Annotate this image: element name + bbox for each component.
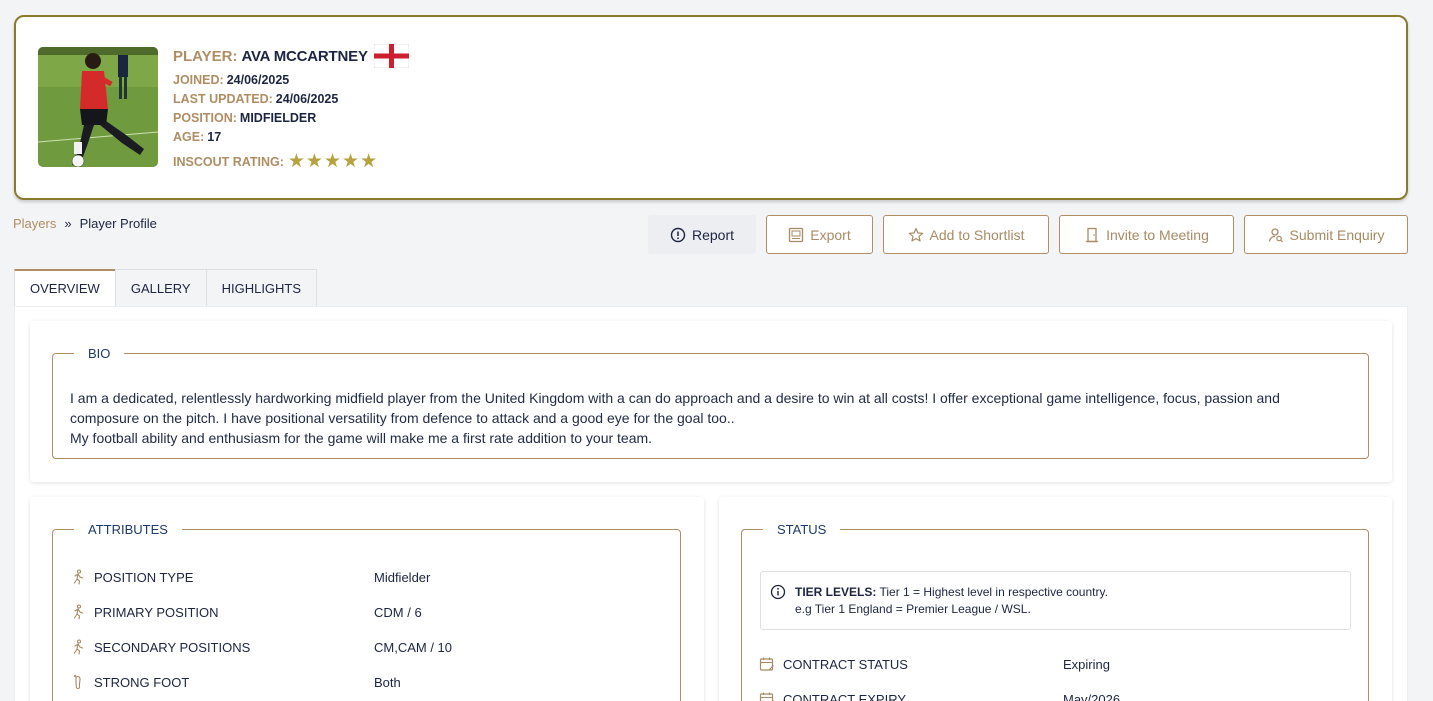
attribute-value: Both [374, 674, 401, 690]
position-value: MIDFIELDER [239, 111, 317, 125]
status-panel: STATUS TIER LEVELS: Tier 1 = Highest lev… [719, 497, 1392, 701]
calendar-edit-icon [759, 657, 774, 671]
tier-levels-info: TIER LEVELS: Tier 1 = Highest level in r… [760, 571, 1351, 630]
pdf-file-icon [789, 227, 804, 242]
star-icon: ★ [323, 151, 342, 172]
report-button[interactable]: Report [648, 215, 756, 254]
tier-label: TIER LEVELS: [795, 585, 877, 599]
position-label: POSITION: [173, 111, 237, 125]
invite-to-meeting-button[interactable]: Invite to Meeting [1059, 215, 1234, 254]
alert-circle-icon [670, 227, 686, 242]
age-label: AGE: [173, 130, 205, 144]
rating-label: INSCOUT RATING: [173, 154, 284, 169]
status-row: CONTRACT STATUS Expiring [759, 656, 1110, 672]
attribute-key: PRIMARY POSITION [94, 604, 219, 620]
attributes-title: ATTRIBUTES [88, 522, 168, 537]
status-value: Expiring [1063, 656, 1110, 672]
status-key: CONTRACT EXPIRY [783, 691, 907, 701]
bio-text: I am a dedicated, relentlessly hardworki… [70, 388, 1330, 448]
attributes-fieldset: ATTRIBUTES POSITION TYPE Midfielder PRIM… [52, 522, 681, 701]
updated-row: LAST UPDATED: 24/06/2025 [173, 90, 409, 109]
status-key: CONTRACT STATUS [783, 656, 908, 672]
bio-line-1: I am a dedicated, relentlessly hardworki… [70, 390, 1280, 406]
player-name: AVA MCCARTNEY [241, 47, 368, 65]
attribute-key: SECONDARY POSITIONS [94, 639, 251, 655]
breadcrumb-separator: » [64, 216, 72, 231]
bio-line-3: My football ability and enthusiasm for t… [70, 430, 653, 446]
meeting-label: Invite to Meeting [1106, 226, 1209, 243]
attributes-panel: ATTRIBUTES POSITION TYPE Midfielder PRIM… [30, 497, 704, 701]
tab-overview[interactable]: OVERVIEW [14, 269, 116, 306]
attribute-value: CDM / 6 [374, 604, 422, 620]
door-icon [1086, 227, 1099, 242]
attribute-value: Midfielder [374, 569, 431, 585]
breadcrumb-players-link[interactable]: Players [13, 216, 56, 231]
joined-label: JOINED: [173, 73, 224, 87]
status-fieldset: STATUS TIER LEVELS: Tier 1 = Highest lev… [741, 522, 1369, 701]
breadcrumb-current: Player Profile [79, 216, 157, 231]
attribute-row: POSITION TYPE Midfielder [70, 569, 430, 585]
submit-enquiry-button[interactable]: Submit Enquiry [1244, 215, 1408, 254]
star-icon: ★ [287, 151, 305, 172]
export-button[interactable]: Export [766, 215, 873, 254]
attribute-row: PRIMARY POSITION CDM / 6 [70, 604, 422, 620]
player-photo [38, 47, 158, 167]
tab-highlights[interactable]: HIGHLIGHTS [205, 269, 318, 306]
footprint-icon [73, 674, 81, 690]
star-icon: ★ [342, 151, 360, 172]
player-label: PLAYER: [173, 47, 238, 65]
updated-value: 24/06/2025 [275, 92, 339, 106]
bio-title: BIO [88, 346, 111, 361]
shortlist-label: Add to Shortlist [929, 226, 1025, 243]
england-flag-icon [373, 44, 409, 68]
running-icon [73, 604, 84, 620]
tab-gallery[interactable]: GALLERY [114, 269, 207, 306]
tier-example: e.g Tier 1 England = Premier League / WS… [795, 602, 1031, 616]
attribute-value: CM,CAM / 10 [374, 639, 453, 655]
attribute-row: SECONDARY POSITIONS CM,CAM / 10 [70, 639, 452, 655]
calendar-edit-icon [759, 692, 774, 701]
add-to-shortlist-button[interactable]: Add to Shortlist [883, 215, 1049, 254]
running-icon [73, 639, 84, 655]
star-outline-icon [908, 227, 923, 242]
age-value: 17 [207, 130, 222, 144]
status-title: STATUS [777, 522, 827, 537]
bio-line-2: composure on the pitch. I have positiona… [70, 410, 735, 426]
player-card: PLAYER: AVA MCCARTNEY JOINED: 24/06/2025 … [14, 15, 1408, 200]
breadcrumb: Players » Player Profile [13, 216, 157, 231]
rating-row: INSCOUT RATING: ★ ★ ★ ★ ★ [173, 152, 409, 171]
running-icon [73, 569, 84, 585]
profile-tabs: OVERVIEW GALLERY HIGHLIGHTS [14, 269, 318, 306]
attribute-key: POSITION TYPE [94, 569, 194, 585]
position-row: POSITION: MIDFIELDER [173, 109, 409, 128]
updated-label: LAST UPDATED: [173, 92, 273, 106]
rating-stars: ★ ★ ★ ★ ★ [288, 152, 377, 171]
export-label: Export [810, 226, 851, 243]
attribute-row: STRONG FOOT Both [70, 674, 401, 690]
user-search-icon [1268, 227, 1283, 242]
enquiry-label: Submit Enquiry [1289, 226, 1385, 243]
attribute-key: STRONG FOOT [94, 674, 190, 690]
tier-text: Tier 1 = Highest level in respective cou… [879, 585, 1108, 599]
status-value: May/2026 [1063, 691, 1121, 701]
age-row: AGE: 17 [173, 128, 409, 147]
player-name-row: PLAYER: AVA MCCARTNEY [173, 43, 409, 69]
status-row: CONTRACT EXPIRY May/2026 [759, 691, 1120, 701]
info-circle-icon [770, 584, 786, 600]
joined-value: 24/06/2025 [226, 73, 290, 87]
star-icon: ★ [305, 151, 323, 172]
star-icon: ★ [360, 151, 378, 172]
player-info: PLAYER: AVA MCCARTNEY JOINED: 24/06/2025 … [173, 43, 409, 171]
report-label: Report [691, 226, 735, 243]
bio-panel: BIO I am a dedicated, relentlessly hardw… [30, 321, 1392, 482]
joined-row: JOINED: 24/06/2025 [173, 71, 409, 90]
bio-fieldset: BIO I am a dedicated, relentlessly hardw… [52, 346, 1369, 459]
tier-line-1: TIER LEVELS: Tier 1 = Highest level in r… [795, 585, 1108, 599]
